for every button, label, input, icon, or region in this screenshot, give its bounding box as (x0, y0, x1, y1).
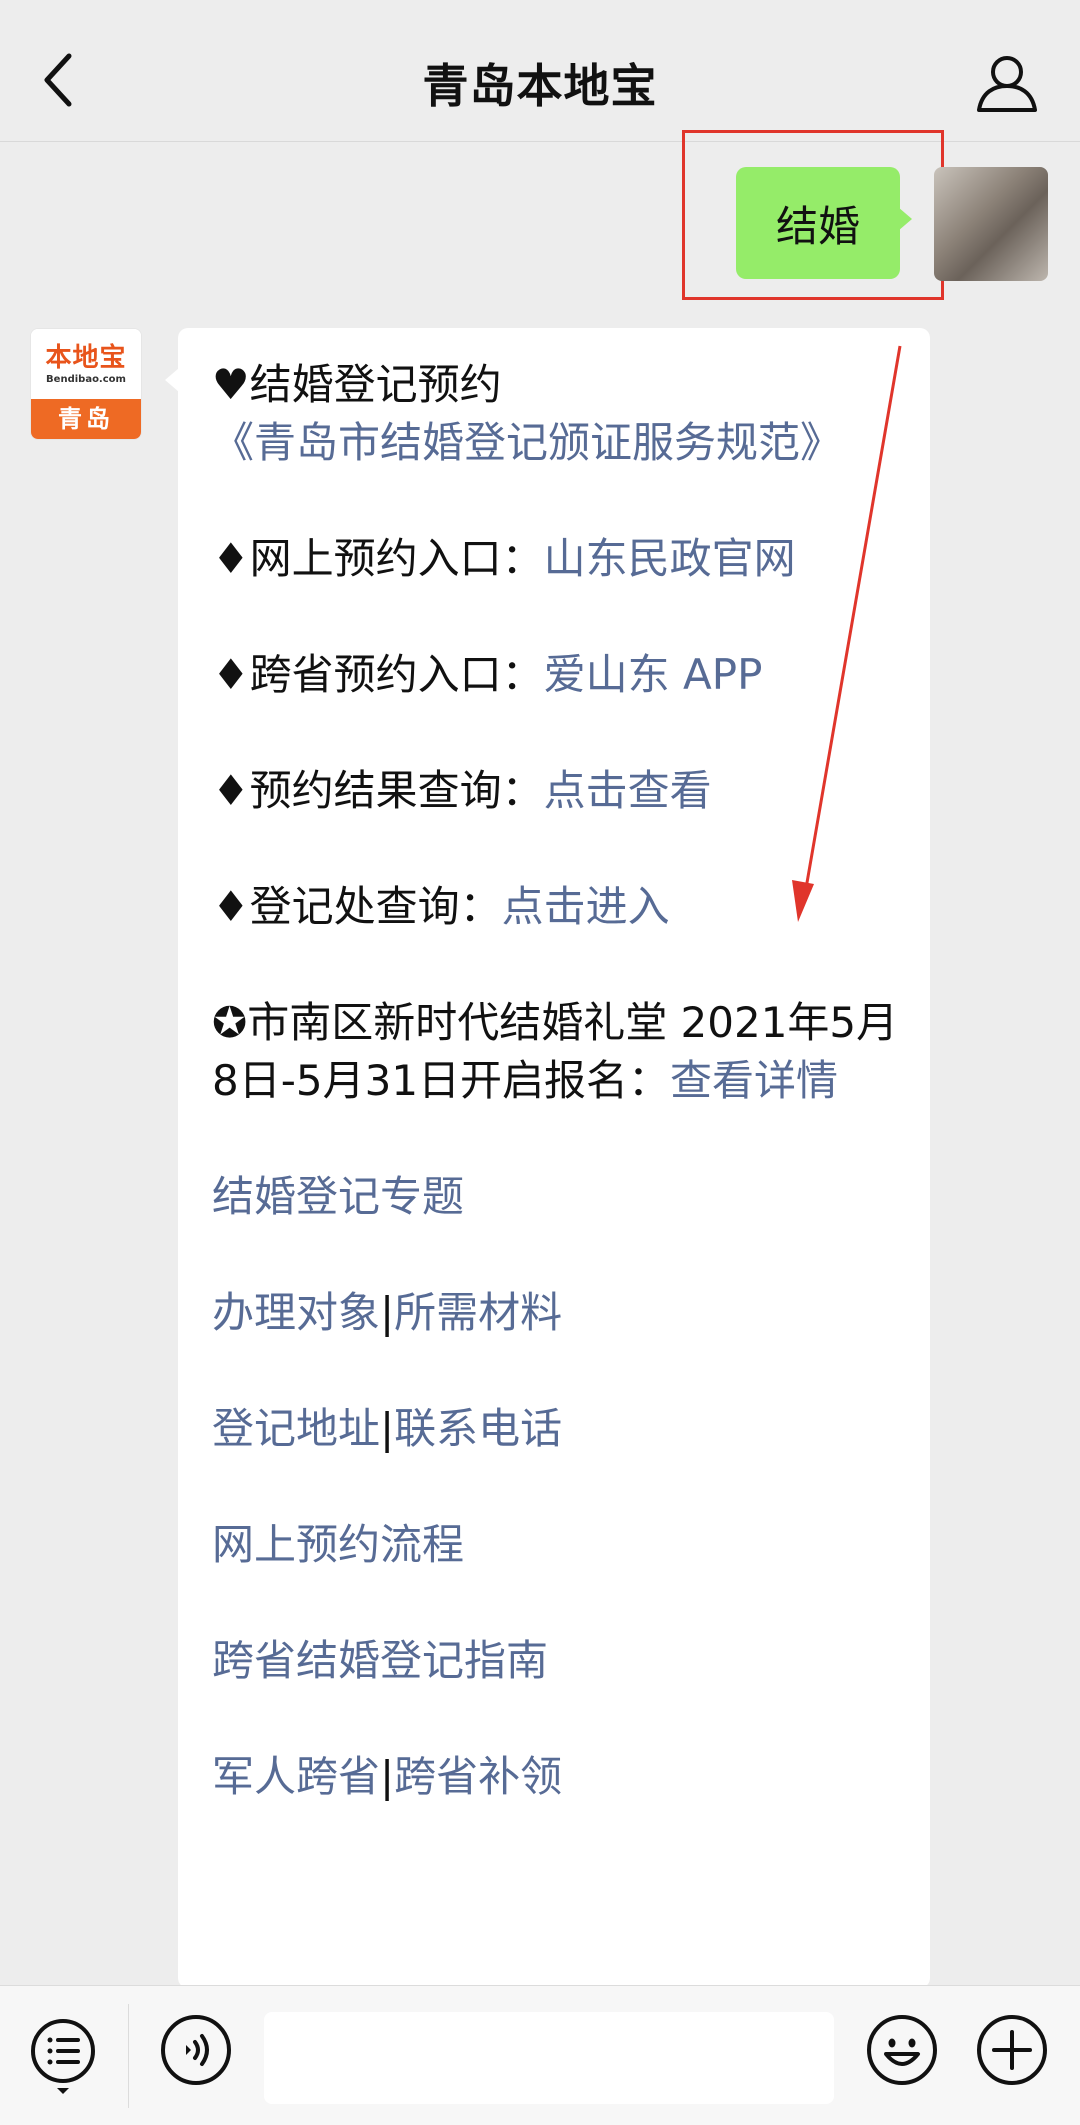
address-link[interactable]: 登记地址 (212, 1404, 380, 1453)
wedding-hall-row: ✪市南区新时代结婚礼堂 2021年5月8日-5月31日开启报名：查看详情 (212, 994, 900, 1110)
result-query-link[interactable]: 点击查看 (544, 766, 712, 815)
result-query-label: ♦预约结果查询： (212, 766, 544, 815)
link-separator: | (380, 1288, 395, 1337)
office-query-link[interactable]: 点击进入 (502, 882, 670, 931)
emoji-button[interactable] (866, 2014, 938, 2086)
smiley-icon (867, 2015, 937, 2085)
voice-button[interactable] (160, 2014, 232, 2086)
plus-button[interactable] (976, 2014, 1048, 2086)
user-message-bubble[interactable]: 结婚 (736, 167, 912, 279)
user-avatar[interactable] (934, 167, 1048, 281)
link-separator: | (380, 1404, 395, 1453)
message-input[interactable] (264, 2012, 834, 2104)
bot-avatar[interactable]: 本地宝 Bendibao.com 青岛 (30, 328, 142, 440)
applicant-link[interactable]: 办理对象 (212, 1288, 380, 1337)
service-standard-link[interactable]: 《青岛市结婚登记颁证服务规范》 (212, 418, 842, 467)
menu-button[interactable] (28, 2016, 98, 2096)
chat-header: 青岛本地宝 (0, 0, 1080, 142)
materials-link[interactable]: 所需材料 (394, 1288, 562, 1337)
link-row: 登记地址|联系电话 (212, 1400, 900, 1458)
link-row: 网上预约流程 (212, 1516, 900, 1574)
cross-province-label: ♦跨省预约入口： (212, 650, 544, 699)
profile-button[interactable] (974, 52, 1040, 114)
online-process-link[interactable]: 网上预约流程 (212, 1520, 464, 1569)
chat-title: 青岛本地宝 (422, 59, 658, 113)
plus-icon (977, 2015, 1047, 2085)
cross-province-guide-link[interactable]: 跨省结婚登记指南 (212, 1636, 548, 1685)
office-query-label: ♦登记处查询： (212, 882, 502, 931)
avatar-city: 青岛 (31, 399, 141, 439)
input-bar (0, 1985, 1080, 2125)
bar-divider (128, 2004, 129, 2108)
person-icon (977, 56, 1037, 112)
voice-icon (161, 2015, 231, 2085)
user-message-text: 结婚 (775, 201, 860, 251)
link-separator: | (380, 1752, 395, 1801)
online-booking-label: ♦网上预约入口： (212, 534, 544, 583)
list-menu-icon (31, 2019, 95, 2094)
arrow-annotation (792, 345, 902, 922)
logo-domain: Bendibao.com (46, 374, 126, 385)
booking-title: ♥结婚登记预约 (212, 360, 502, 409)
cross-province-link[interactable]: 爱山东 APP (544, 650, 763, 699)
avatar-logo: 本地宝 Bendibao.com (31, 329, 141, 401)
link-row: 办理对象|所需材料 (212, 1284, 900, 1342)
military-link[interactable]: 军人跨省 (212, 1752, 380, 1801)
logo-text: 本地宝 (45, 343, 127, 373)
reissue-link[interactable]: 跨省补领 (394, 1752, 562, 1801)
link-row: 结婚登记专题 (212, 1168, 900, 1226)
online-booking-link[interactable]: 山东民政官网 (544, 534, 796, 583)
link-row: 军人跨省|跨省补领 (212, 1748, 900, 1806)
phone-link[interactable]: 联系电话 (394, 1404, 562, 1453)
link-row: 跨省结婚登记指南 (212, 1632, 900, 1690)
topic-link[interactable]: 结婚登记专题 (212, 1172, 464, 1221)
wedding-hall-link[interactable]: 查看详情 (670, 1056, 838, 1105)
